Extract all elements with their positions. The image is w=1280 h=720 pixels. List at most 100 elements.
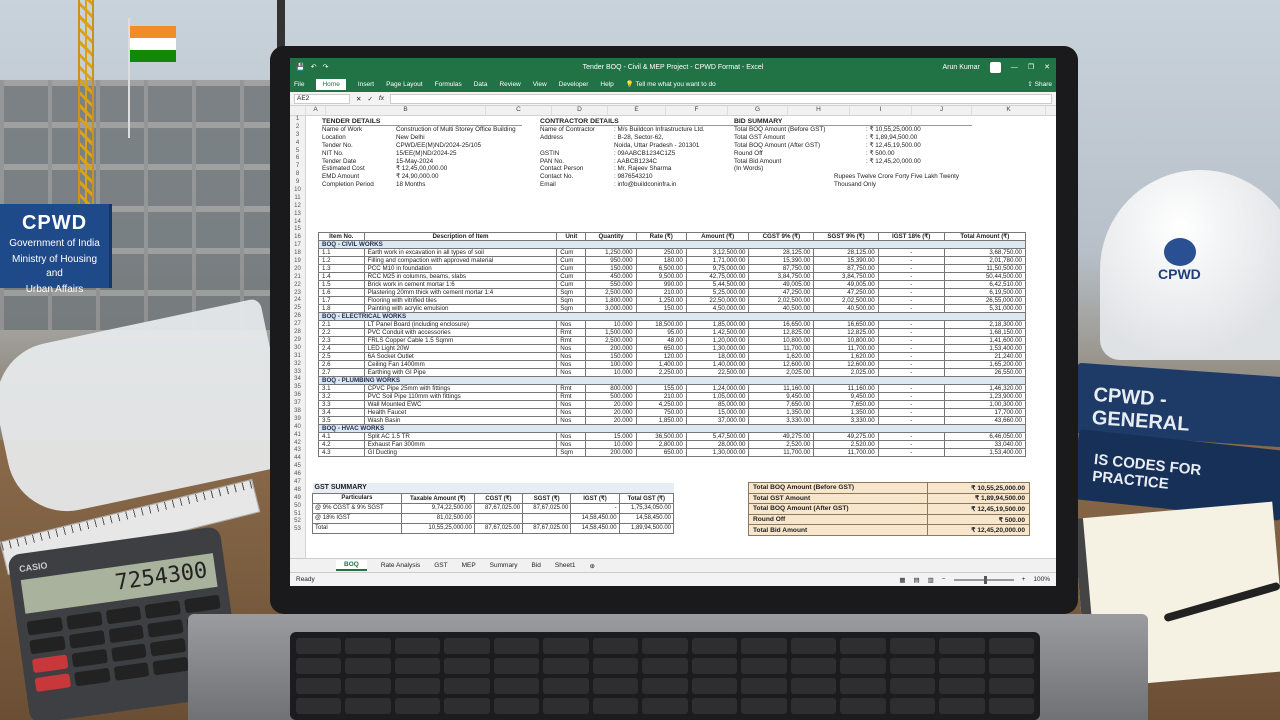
enter-icon[interactable]: ✓ bbox=[367, 95, 372, 103]
table-cell[interactable]: 50,44,500.00 bbox=[943, 272, 1027, 281]
table-cell[interactable]: 2,500.000 bbox=[585, 288, 637, 297]
table-cell[interactable]: 3,330.00 bbox=[813, 416, 879, 425]
add-sheet-icon[interactable]: ⊕ bbox=[590, 562, 595, 570]
table-cell[interactable]: Exhaust Fan 300mm bbox=[363, 440, 558, 449]
table-cell[interactable]: 650.00 bbox=[635, 344, 687, 353]
row-number[interactable]: 27 bbox=[290, 321, 305, 329]
table-cell[interactable]: - bbox=[877, 384, 945, 393]
totals-label[interactable]: Total GST Amount bbox=[747, 492, 929, 505]
table-cell[interactable]: Wall Mounted EWC bbox=[363, 400, 558, 409]
table-cell[interactable]: 1,23,900.00 bbox=[943, 392, 1027, 401]
table-cell[interactable]: 6,42,510.00 bbox=[943, 280, 1027, 289]
totals-value[interactable]: ₹ 1,89,94,500.00 bbox=[927, 492, 1030, 505]
zoom-level[interactable]: 100% bbox=[1033, 576, 1050, 583]
table-cell[interactable]: 1,41,600.00 bbox=[943, 336, 1027, 345]
page-break-icon[interactable]: ▥ bbox=[928, 576, 934, 584]
sheet-tab-summary[interactable]: Summary bbox=[490, 562, 518, 569]
table-cell[interactable]: 1,46,320.00 bbox=[943, 384, 1027, 393]
table-cell[interactable]: 1,24,000.00 bbox=[685, 384, 750, 393]
table-cell[interactable]: 3,12,500.00 bbox=[685, 248, 750, 257]
table-cell[interactable]: Cum bbox=[556, 280, 587, 289]
row-number[interactable]: 11 bbox=[290, 195, 305, 203]
table-cell[interactable]: 9,75,000.00 bbox=[685, 264, 750, 273]
table-cell[interactable]: 1,250.000 bbox=[585, 248, 637, 257]
kv-value[interactable]: : 09AABCB1234C1Z5 bbox=[614, 150, 736, 158]
table-cell[interactable]: 2,250.00 bbox=[635, 368, 687, 377]
table-cell[interactable]: 12,825.00 bbox=[813, 328, 879, 337]
table-cell[interactable]: 87,750.00 bbox=[748, 264, 815, 273]
row-number[interactable]: 42 bbox=[290, 440, 305, 448]
table-cell[interactable]: 200.000 bbox=[585, 344, 637, 353]
table-cell[interactable]: 3.1 bbox=[318, 384, 365, 393]
table-cell[interactable]: - bbox=[877, 352, 945, 361]
boq-column-header[interactable]: IGST 18% (₹) bbox=[877, 232, 945, 241]
table-cell[interactable]: 1.8 bbox=[318, 304, 365, 313]
kv-value[interactable]: : info@buildconinfra.in bbox=[614, 181, 736, 189]
kv-value[interactable]: ₹ 24,90,000.00 bbox=[396, 173, 522, 181]
save-icon[interactable]: 💾 bbox=[296, 63, 305, 71]
boq-column-header[interactable]: Item No. bbox=[318, 232, 365, 241]
row-number[interactable]: 13 bbox=[290, 211, 305, 219]
table-cell[interactable]: Health Faucet bbox=[363, 408, 558, 417]
share-button[interactable]: ⇪ Share bbox=[1027, 80, 1052, 88]
table-cell[interactable]: 4.3 bbox=[318, 448, 365, 457]
row-number[interactable]: 14 bbox=[290, 219, 305, 227]
table-cell[interactable]: 11,160.00 bbox=[813, 384, 879, 393]
table-cell[interactable]: 800.000 bbox=[585, 384, 637, 393]
boq-column-header[interactable]: Quantity bbox=[585, 232, 637, 241]
table-cell[interactable]: 40,500.00 bbox=[748, 304, 815, 313]
kv-value[interactable]: : ₹ 12,45,19,500.00 bbox=[866, 142, 972, 150]
table-cell[interactable]: 2,025.00 bbox=[748, 368, 815, 377]
row-number[interactable]: 23 bbox=[290, 290, 305, 298]
table-cell[interactable]: 2,02,500.00 bbox=[748, 296, 815, 305]
table-cell[interactable]: 120.00 bbox=[635, 352, 687, 361]
table-cell[interactable]: 4,250.00 bbox=[635, 400, 687, 409]
table-cell[interactable]: 49,005.00 bbox=[748, 280, 815, 289]
table-cell[interactable]: 1,40,000.00 bbox=[685, 360, 750, 369]
row-number[interactable]: 15 bbox=[290, 226, 305, 234]
table-cell[interactable]: 1,500.000 bbox=[585, 328, 637, 337]
table-cell[interactable]: - bbox=[877, 336, 945, 345]
table-cell[interactable]: 3,84,750.00 bbox=[813, 272, 879, 281]
table-cell[interactable]: 42,75,000.00 bbox=[685, 272, 750, 281]
tab-developer[interactable]: Developer bbox=[559, 81, 589, 88]
column-header[interactable]: D bbox=[552, 106, 608, 115]
table-cell[interactable]: 2,520.00 bbox=[748, 440, 815, 449]
boq-column-header[interactable]: Rate (₹) bbox=[635, 232, 687, 241]
tab-help[interactable]: Help bbox=[600, 81, 613, 88]
sheet-tab-bid[interactable]: Bid bbox=[531, 562, 540, 569]
column-header[interactable]: K bbox=[972, 106, 1046, 115]
table-cell[interactable]: Cum bbox=[556, 272, 587, 281]
table-cell[interactable]: 2,500.000 bbox=[585, 336, 637, 345]
table-cell[interactable]: 36,500.00 bbox=[635, 432, 687, 441]
table-cell[interactable]: 5,31,000.00 bbox=[943, 304, 1027, 313]
table-cell[interactable]: 15,390.00 bbox=[813, 256, 879, 265]
row-number[interactable]: 9 bbox=[290, 179, 305, 187]
kv-value[interactable]: ₹ 12,45,00,000.00 bbox=[396, 165, 522, 173]
table-cell[interactable]: 10.000 bbox=[585, 368, 637, 377]
table-cell[interactable]: 15.000 bbox=[585, 432, 637, 441]
row-number[interactable]: 1 bbox=[290, 116, 305, 124]
table-cell[interactable]: 1,350.00 bbox=[748, 408, 815, 417]
table-cell[interactable]: CPVC Pipe 25mm with fittings bbox=[363, 384, 558, 393]
table-cell[interactable]: 6,46,050.00 bbox=[943, 432, 1027, 441]
row-number[interactable]: 16 bbox=[290, 234, 305, 242]
row-number[interactable]: 49 bbox=[290, 495, 305, 503]
sheet-tab-boq[interactable]: BOQ bbox=[336, 560, 367, 571]
table-cell[interactable]: 150.000 bbox=[585, 352, 637, 361]
table-cell[interactable]: 12,600.00 bbox=[748, 360, 815, 369]
table-cell[interactable]: 18,000.00 bbox=[685, 352, 750, 361]
table-cell[interactable]: 3.4 bbox=[318, 408, 365, 417]
table-cell[interactable]: 750.00 bbox=[635, 408, 687, 417]
table-cell[interactable]: Sqm bbox=[556, 448, 587, 457]
table-cell[interactable]: 26,55,000.00 bbox=[943, 296, 1027, 305]
table-cell[interactable]: - bbox=[877, 416, 945, 425]
tab-file[interactable]: File bbox=[294, 81, 304, 88]
redo-icon[interactable]: ↷ bbox=[323, 63, 329, 71]
table-cell[interactable]: 1,850.00 bbox=[635, 416, 687, 425]
table-cell[interactable]: 43,660.00 bbox=[943, 416, 1027, 425]
table-cell[interactable]: - bbox=[877, 280, 945, 289]
row-number[interactable]: 30 bbox=[290, 345, 305, 353]
table-cell[interactable]: PCC M10 in foundation bbox=[363, 264, 558, 273]
row-number[interactable]: 6 bbox=[290, 155, 305, 163]
